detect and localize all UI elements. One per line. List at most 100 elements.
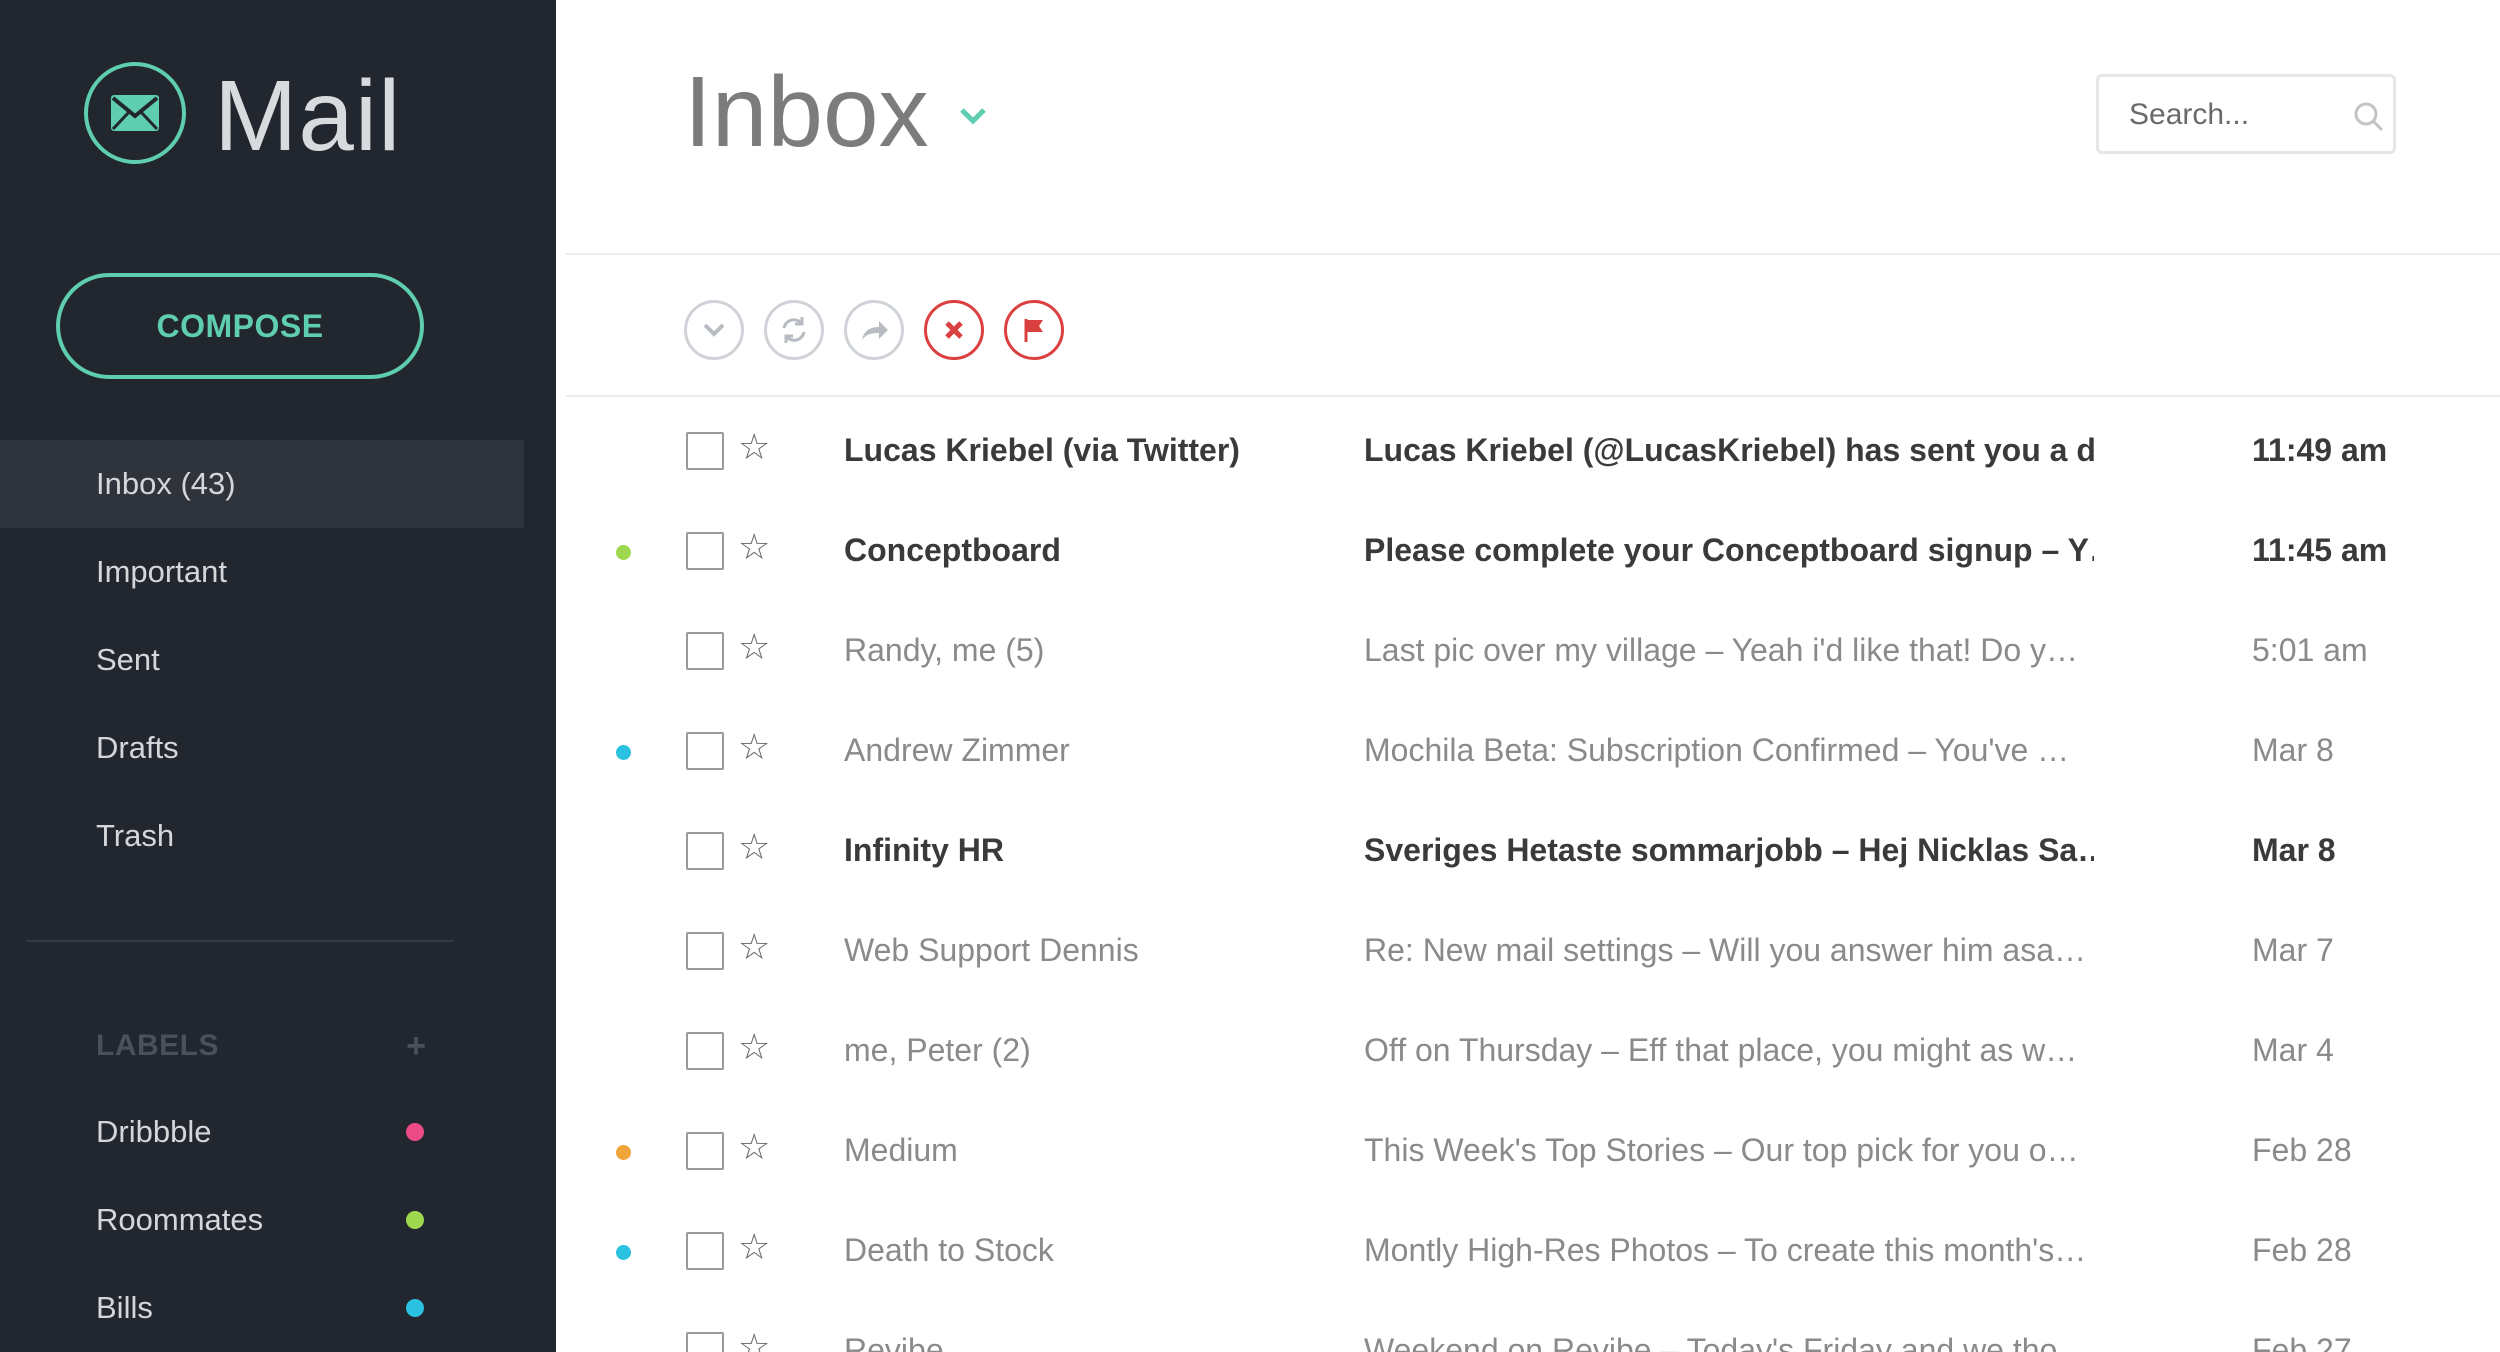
label-color-dot xyxy=(406,1211,424,1229)
label-item-bills[interactable]: Bills xyxy=(0,1264,524,1352)
label-color-dot xyxy=(406,1123,424,1141)
email-sender: me, Peter (2) xyxy=(844,1032,1031,1068)
sidebar-item-sent[interactable]: Sent xyxy=(0,616,524,704)
email-date: 5:01 am xyxy=(2252,632,2368,668)
email-date: Mar 8 xyxy=(2252,732,2334,768)
email-subject: Montly High-Res Photos – To create this … xyxy=(1364,1232,2087,1268)
star-icon[interactable]: ☆ xyxy=(738,526,770,570)
refresh-icon[interactable] xyxy=(764,300,824,360)
label-color-dot xyxy=(616,1145,631,1160)
email-sender: Medium xyxy=(844,1132,958,1168)
email-date: Feb 28 xyxy=(2252,1232,2352,1268)
email-row[interactable]: ☆ Medium This Week's Top Stories – Our top… xyxy=(566,1100,2500,1200)
label-color-dot xyxy=(406,1299,424,1317)
email-checkbox[interactable] xyxy=(686,1332,724,1352)
labels-title: LABELS xyxy=(96,1029,219,1062)
email-sender: Randy, me (5) xyxy=(844,632,1045,668)
search-box xyxy=(2096,74,2396,154)
email-checkbox[interactable] xyxy=(686,532,724,570)
email-subject: Re: New mail settings – Will you answer … xyxy=(1364,932,2087,968)
star-icon[interactable]: ☆ xyxy=(738,1226,770,1270)
email-subject: Mochila Beta: Subscription Confirmed – Y… xyxy=(1364,732,2070,768)
sidebar-item-inbox[interactable]: Inbox (43) xyxy=(0,440,524,528)
label-color-dot xyxy=(616,545,631,560)
main-panel: Inbox ☆ Lucas Kriebel (via Twitter) Lucas … xyxy=(566,0,2500,1352)
email-checkbox[interactable] xyxy=(686,632,724,670)
email-sender: Conceptboard xyxy=(844,532,1061,568)
star-icon[interactable]: ☆ xyxy=(738,1326,770,1352)
mail-logo-icon xyxy=(84,62,186,164)
email-date: Mar 4 xyxy=(2252,1032,2334,1068)
email-date: 11:49 am xyxy=(2252,432,2388,468)
email-subject: Off on Thursday – Eff that place, you mi… xyxy=(1364,1032,2078,1068)
toolbar-divider xyxy=(566,395,2500,397)
email-checkbox[interactable] xyxy=(686,1032,724,1070)
email-checkbox[interactable] xyxy=(686,732,724,770)
email-date: Mar 7 xyxy=(2252,932,2334,968)
label-color-dot xyxy=(616,745,631,760)
labels-header: LABELS + xyxy=(96,1024,426,1068)
labels-list: Dribbble Roommates Bills xyxy=(0,1088,524,1352)
email-row[interactable]: ☆ Conceptboard Please complete your Concep… xyxy=(566,500,2500,600)
email-subject: Please complete your Conceptboard signup… xyxy=(1364,532,2094,568)
star-icon[interactable]: ☆ xyxy=(738,926,770,970)
header-divider xyxy=(566,253,2500,255)
flag-icon[interactable] xyxy=(1004,300,1064,360)
email-row[interactable]: ☆ Randy, me (5) Last pic over my village –… xyxy=(566,600,2500,700)
add-label-button[interactable]: + xyxy=(406,1027,426,1066)
email-date: Feb 28 xyxy=(2252,1132,2352,1168)
star-icon[interactable]: ☆ xyxy=(738,1026,770,1070)
email-subject: Lucas Kriebel (@LucasKriebel) has sent y… xyxy=(1364,432,2094,468)
sidebar-divider xyxy=(26,940,454,942)
search-icon[interactable] xyxy=(2353,101,2385,138)
sidebar-item-drafts[interactable]: Drafts xyxy=(0,704,524,792)
star-icon[interactable]: ☆ xyxy=(738,726,770,770)
label-name: Bills xyxy=(96,1290,153,1325)
email-date: Feb 27 xyxy=(2252,1332,2352,1352)
email-subject: This Week's Top Stories – Our top pick f… xyxy=(1364,1132,2079,1168)
email-checkbox[interactable] xyxy=(686,432,724,470)
email-row[interactable]: ☆ Lucas Kriebel (via Twitter) Lucas Kriebe… xyxy=(566,400,2500,500)
page-title: Inbox xyxy=(684,56,929,168)
sidebar: Mail COMPOSE Inbox (43) Important Sent D… xyxy=(0,0,556,1352)
email-subject: Sveriges Hetaste sommarjobb – Hej Nickla… xyxy=(1364,832,2094,868)
label-color-dot xyxy=(616,1245,631,1260)
email-row[interactable]: ☆ me, Peter (2) Off on Thursday – Eff that… xyxy=(566,1000,2500,1100)
email-checkbox[interactable] xyxy=(686,932,724,970)
email-subject: Weekend on Revibe – Today's Friday and w… xyxy=(1364,1332,2090,1352)
label-item-dribbble[interactable]: Dribbble xyxy=(0,1088,524,1176)
email-row[interactable]: ☆ Web Support Dennis Re: New mail settings… xyxy=(566,900,2500,1000)
search-input[interactable] xyxy=(2129,93,2339,137)
email-subject: Last pic over my village – Yeah i'd like… xyxy=(1364,632,2079,668)
forward-icon[interactable] xyxy=(844,300,904,360)
email-row[interactable]: ☆ Death to Stock Montly High-Res Photos – … xyxy=(566,1200,2500,1300)
email-list: ☆ Lucas Kriebel (via Twitter) Lucas Kriebe… xyxy=(566,400,2500,1352)
label-name: Dribbble xyxy=(96,1114,212,1149)
email-checkbox[interactable] xyxy=(686,832,724,870)
email-checkbox[interactable] xyxy=(686,1232,724,1270)
email-sender: Andrew Zimmer xyxy=(844,732,1070,768)
email-row[interactable]: ☆ Revibe Weekend on Revibe – Today's Frida… xyxy=(566,1300,2500,1352)
star-icon[interactable]: ☆ xyxy=(738,826,770,870)
email-row[interactable]: ☆ Infinity HR Sveriges Hetaste sommarjobb … xyxy=(566,800,2500,900)
label-item-roommates[interactable]: Roommates xyxy=(0,1176,524,1264)
select-all-chevron-icon[interactable] xyxy=(684,300,744,360)
email-sender: Web Support Dennis xyxy=(844,932,1139,968)
delete-icon[interactable] xyxy=(924,300,984,360)
app-title: Mail xyxy=(214,60,402,172)
email-row[interactable]: ☆ Andrew Zimmer Mochila Beta: Subscription… xyxy=(566,700,2500,800)
email-sender: Death to Stock xyxy=(844,1232,1054,1268)
compose-button[interactable]: COMPOSE xyxy=(56,273,424,379)
email-checkbox[interactable] xyxy=(686,1132,724,1170)
chevron-down-icon[interactable] xyxy=(958,106,988,131)
sidebar-item-important[interactable]: Important xyxy=(0,528,524,616)
star-icon[interactable]: ☆ xyxy=(738,626,770,670)
star-icon[interactable]: ☆ xyxy=(738,1126,770,1170)
email-sender: Lucas Kriebel (via Twitter) xyxy=(844,432,1240,468)
sidebar-item-trash[interactable]: Trash xyxy=(0,792,524,880)
star-icon[interactable]: ☆ xyxy=(738,426,770,470)
sidebar-nav: Inbox (43) Important Sent Drafts Trash xyxy=(0,440,524,880)
email-sender: Infinity HR xyxy=(844,832,1004,868)
email-sender: Revibe xyxy=(844,1332,944,1352)
email-date: Mar 8 xyxy=(2252,832,2336,868)
